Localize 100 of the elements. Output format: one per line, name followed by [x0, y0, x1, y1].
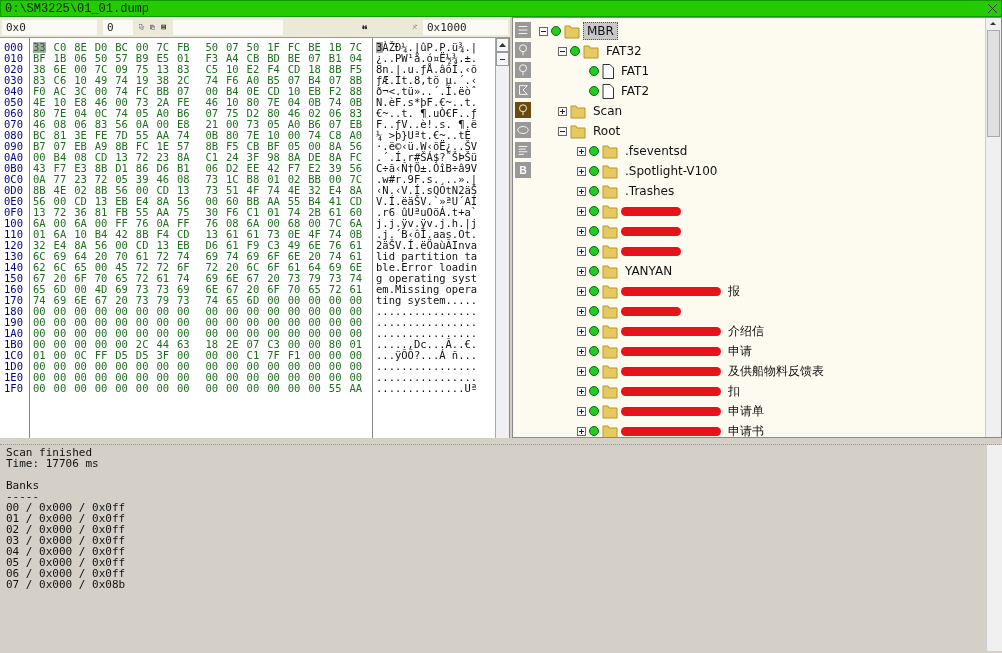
ascii-text: ................ — [376, 316, 478, 328]
log-line: 05 / 0x000 / 0x0ff — [6, 557, 126, 568]
folder-icon — [602, 143, 618, 159]
tree-item[interactable]: FAT1 — [617, 62, 654, 80]
expand-toggle[interactable] — [577, 326, 586, 336]
expand-toggle[interactable] — [558, 106, 567, 116]
expand-toggle[interactable] — [577, 306, 586, 316]
hex-bytes: 4E 10 E8 46 00 73 2A FE 46 10 80 7E 04 0B 74 0B — [33, 96, 363, 108]
scroll-thumb[interactable] — [987, 30, 1000, 137]
hex-bytes: 8B 4E 02 8B 56 00 CD 13 73 51 4F 74 4E 32 E4 8A — [33, 184, 363, 196]
scrollbar-track[interactable] — [986, 445, 1002, 651]
tree-item[interactable]: 报 — [724, 280, 744, 302]
tree-item[interactable]: 申请单 — [724, 400, 768, 422]
offset-label: 090 — [4, 141, 24, 152]
offset-label: 160 — [4, 284, 24, 295]
expand-toggle[interactable] — [577, 146, 586, 156]
log-line: Banks — [6, 480, 41, 491]
offset-label: 010 — [4, 53, 24, 64]
ascii-text: .....,Dc...Ã..€. — [376, 338, 478, 350]
folder-icon — [602, 163, 618, 179]
tree-item[interactable]: Scan — [589, 102, 627, 120]
hex-bytes: 38 6E 00 7C 09 75 13 83 C5 10 E2 F4 CD 18 8B F5 — [33, 63, 363, 75]
tree-item[interactable]: 及供船物料反馈表 — [724, 360, 828, 382]
expand-toggle[interactable] — [577, 186, 586, 196]
ascii-text: F..ƒV..è!.s. ¶.ë — [376, 118, 478, 130]
expand-toggle[interactable] — [577, 286, 586, 296]
hex-bytes: 00 00 00 00 00 2C 44 63 18 2E 07 C3 00 00 80 01 — [33, 338, 363, 350]
folder-icon — [602, 263, 618, 279]
expand-toggle[interactable] — [577, 206, 586, 216]
offset-label: 0D0 — [4, 185, 24, 196]
hex-bytes: 74 69 6E 67 20 73 79 73 74 65 6D 00 00 00 00 00 — [33, 294, 363, 306]
offset-label: 0A0 — [4, 152, 24, 163]
tree-item[interactable]: .fseventsd — [621, 142, 692, 160]
expand-toggle[interactable] — [577, 226, 586, 236]
hex-bytes: 00 00 00 00 00 00 00 00 00 00 00 00 00 00 55 AA — [33, 382, 363, 394]
offset-label: 1C0 — [4, 350, 24, 361]
expand-toggle[interactable] — [577, 166, 586, 176]
tree-item[interactable]: 扣 — [724, 380, 744, 402]
offset-label: 170 — [4, 295, 24, 306]
scroll-up-icon[interactable] — [499, 43, 506, 47]
offset-label: 1B0 — [4, 339, 24, 350]
expand-toggle[interactable] — [577, 346, 586, 356]
tree-item[interactable]: MBR — [583, 22, 618, 40]
value-field[interactable]: 0 — [103, 19, 133, 35]
tool-button[interactable] — [515, 102, 531, 118]
hex-bytes: 32 E4 8A 56 00 CD 13 EB D6 61 F9 C3 49 6E 76 61 — [33, 239, 363, 251]
tree-item[interactable]: YANYAN — [621, 262, 677, 280]
tool-button[interactable] — [515, 82, 531, 98]
hex-bytes: 00 B4 08 CD 13 72 23 8A C1 24 3F 98 8A DE 8A FC — [33, 151, 363, 163]
tree-item[interactable]: .Spotlight-V100 — [621, 162, 722, 180]
log-line: 00 / 0x000 / 0x0ff — [6, 502, 126, 513]
expand-toggle[interactable] — [577, 266, 586, 276]
tree-item[interactable]: 申请 — [724, 340, 756, 362]
tree-item[interactable]: FAT32 — [602, 42, 646, 60]
folder-icon — [602, 323, 618, 339]
collapse-toggle[interactable] — [539, 26, 548, 36]
hex-bytes: 6A 00 6A 00 FF 76 0A FF 76 08 6A 00 68 00 7C 6A — [33, 217, 363, 229]
tree-item[interactable]: 介绍信 — [724, 320, 768, 342]
ascii-text: N.èF.s*þF.€~..t. — [376, 96, 478, 108]
expand-toggle[interactable] — [577, 246, 586, 256]
offset-field[interactable]: 0x0 — [2, 19, 97, 35]
expand-toggle[interactable] — [577, 406, 586, 416]
log-line: Time: 17706 ms — [6, 458, 99, 469]
search-field[interactable] — [172, 19, 283, 35]
size-field[interactable]: 0x1000 — [423, 19, 508, 35]
offset-label: 0E0 — [4, 196, 24, 207]
window-title: 0:\SM3225\01_01.dump — [5, 1, 150, 16]
expand-toggle[interactable] — [577, 366, 586, 376]
scroll-thumb-icon[interactable] — [500, 58, 505, 60]
ascii-text: ·.ë©‹ü.W‹õË¿..ŠV — [376, 140, 478, 152]
ascii-text: ð¬<.tü»..´.Í.ëòˆ — [376, 85, 478, 97]
ascii-text: ................ — [376, 305, 478, 317]
ascii-text: g operating syst — [376, 272, 478, 284]
folder-icon — [602, 403, 618, 419]
log-line: 06 / 0x000 / 0x0ff — [6, 568, 126, 579]
hex-bytes: 00 00 00 00 00 00 00 00 00 00 00 00 00 00 00 00 — [33, 371, 363, 383]
hex-bytes: F0 AC 3C 00 74 FC BB 07 00 B4 0E CD 10 EB F2 88 — [33, 85, 363, 97]
bulb-icon — [516, 43, 530, 57]
folder-icon — [602, 203, 618, 219]
folder-icon — [602, 363, 618, 379]
tree-item[interactable]: .Trashes — [621, 182, 679, 200]
tool-button[interactable] — [515, 142, 531, 158]
hex-bytes: 43 F7 E3 8B D1 86 D6 B1 06 D2 EE 42 F7 E2 39 56 — [33, 162, 363, 174]
tree-item[interactable]: Root — [589, 122, 625, 140]
offset-label: 1D0 — [4, 361, 24, 372]
tool-button[interactable] — [515, 22, 531, 38]
log-line: 07 / 0x000 / 0x08b — [6, 579, 126, 590]
close-icon[interactable] — [988, 4, 997, 13]
offset-label: 040 — [4, 86, 24, 97]
collapse-toggle[interactable] — [558, 46, 567, 56]
hex-bytes: 00 00 00 00 00 00 00 00 00 00 00 00 00 00 00 00 — [33, 305, 363, 317]
tree-item[interactable]: 申请书 — [724, 420, 768, 437]
offset-label: 000 — [4, 42, 24, 53]
expand-toggle[interactable] — [577, 386, 586, 396]
expand-toggle[interactable] — [577, 426, 586, 436]
tree-item[interactable]: FAT2 — [617, 82, 654, 100]
offset-label: 140 — [4, 262, 24, 273]
hex-bytes: BF 1B 06 50 57 B9 E5 01 F3 A4 CB BD BE 07 B1 04 — [33, 52, 363, 64]
ascii-text: 2äŠV.Í.ëÖaùÃInva — [376, 239, 478, 251]
collapse-toggle[interactable] — [558, 126, 567, 136]
